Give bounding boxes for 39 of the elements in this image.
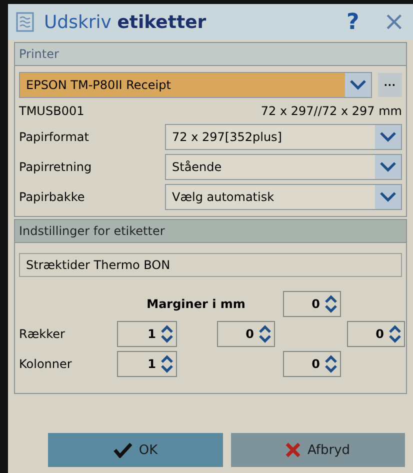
dropdown[interactable]: Vælg automatisk xyxy=(165,184,402,210)
close-icon xyxy=(285,442,302,458)
chevron-down-icon xyxy=(380,192,396,202)
chevron-down-icon xyxy=(380,162,396,172)
name-field[interactable]: Stræktider Thermo BON xyxy=(19,253,402,277)
up-down-arrows-icon xyxy=(388,324,402,344)
spin-box[interactable]: 1 xyxy=(117,351,177,377)
up-down-arrows-icon xyxy=(160,324,174,344)
printer-dropdown[interactable]: EPSON TM-P80II Receipt xyxy=(19,72,372,98)
margins-label: Marginer i mm xyxy=(146,297,246,311)
window-title: Udskriv etiketter xyxy=(44,12,206,32)
spin-box[interactable]: 1 xyxy=(117,321,177,347)
cancel-button[interactable]: Afbryd xyxy=(230,433,405,467)
chevron-down-icon xyxy=(350,80,366,90)
ok-button[interactable]: OK xyxy=(48,433,222,467)
section-header: Indstillinger for etiketter xyxy=(15,220,406,243)
spin-box[interactable]: 0 xyxy=(347,321,405,347)
checkmark-icon xyxy=(112,442,133,458)
help-button[interactable]: ? xyxy=(346,10,360,34)
more-button[interactable]: ··· xyxy=(378,73,402,97)
chevron-down-icon xyxy=(380,132,396,142)
dropdown[interactable]: 72 x 297[352plus] xyxy=(165,124,402,150)
spin-box[interactable]: 0 xyxy=(283,291,341,317)
up-down-arrows-icon xyxy=(324,354,338,374)
up-down-arrows-icon xyxy=(160,354,174,374)
columns-label: Kolonner xyxy=(19,357,73,371)
up-down-arrows-icon xyxy=(324,294,338,314)
section-header: Printer xyxy=(15,43,406,66)
port-label: TMUSB001 xyxy=(19,104,84,118)
field-label: Papirbakke xyxy=(19,190,86,204)
rows-label: Rækker xyxy=(19,327,66,341)
field-label: Papirformat xyxy=(19,130,90,144)
document-icon xyxy=(16,12,34,32)
size-label: 72 x 297//72 x 297 mm xyxy=(260,104,402,118)
field-label: Papirretning xyxy=(19,160,93,174)
up-down-arrows-icon xyxy=(258,324,272,344)
spin-box[interactable]: 0 xyxy=(283,351,341,377)
spin-box[interactable]: 0 xyxy=(217,321,275,347)
dropdown[interactable]: Stående xyxy=(165,154,402,180)
